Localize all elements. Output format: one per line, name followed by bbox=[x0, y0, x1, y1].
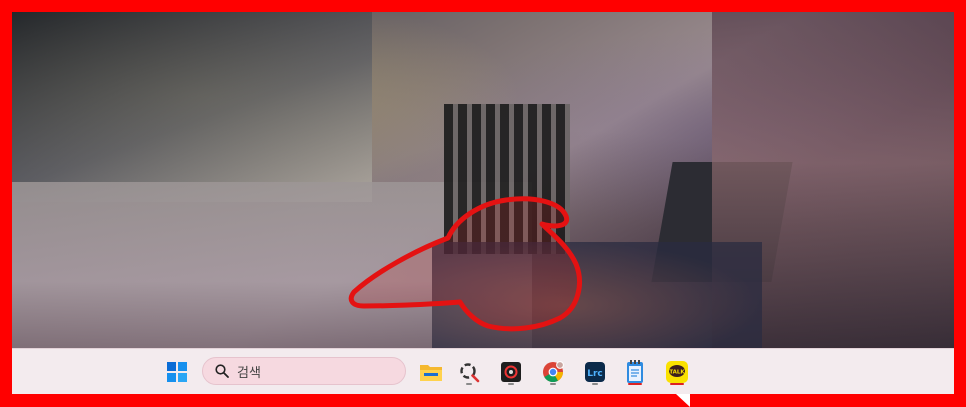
taskbar: 검색 Lrc TALK bbox=[12, 348, 954, 395]
folder-icon bbox=[420, 365, 442, 381]
hand-pointer-annotation-icon bbox=[348, 196, 582, 332]
taskbar-app-notepad[interactable] bbox=[620, 357, 650, 387]
wallpaper-crowd-left bbox=[12, 12, 372, 202]
active-indicator bbox=[628, 383, 642, 385]
notepad-icon bbox=[627, 360, 643, 383]
running-indicator bbox=[508, 383, 514, 385]
screenshot-frame: 검색 Lrc TALK bbox=[0, 0, 966, 407]
running-indicator bbox=[466, 383, 472, 385]
taskbar-search-box[interactable]: 검색 bbox=[202, 357, 406, 385]
search-icon bbox=[215, 364, 229, 378]
start-button[interactable] bbox=[162, 357, 192, 387]
bottom-border bbox=[0, 394, 966, 407]
taskbar-app-file-explorer[interactable] bbox=[416, 357, 446, 387]
taskbar-app-camera[interactable] bbox=[496, 357, 526, 387]
taskbar-app-chrome[interactable] bbox=[538, 357, 568, 387]
windows-logo-icon bbox=[167, 362, 187, 382]
search-placeholder: 검색 bbox=[237, 365, 261, 381]
camera-icon bbox=[501, 362, 521, 382]
running-indicator bbox=[592, 383, 598, 385]
active-indicator bbox=[670, 383, 684, 385]
spinner-search-icon bbox=[460, 363, 480, 383]
taskbar-app-lightroom-classic[interactable]: Lrc bbox=[580, 357, 610, 387]
kakaotalk-icon: TALK bbox=[666, 361, 688, 383]
taskbar-app-search-tool[interactable] bbox=[454, 357, 484, 387]
svg-text:Lrc: Lrc bbox=[587, 369, 603, 379]
lrc-icon: Lrc bbox=[585, 362, 605, 382]
border-wedge bbox=[676, 394, 690, 407]
running-indicator bbox=[550, 383, 556, 385]
taskbar-app-kakaotalk[interactable]: TALK bbox=[662, 357, 692, 387]
chrome-icon bbox=[543, 361, 564, 383]
desktop-wallpaper bbox=[12, 12, 954, 348]
svg-text:TALK: TALK bbox=[669, 370, 685, 376]
